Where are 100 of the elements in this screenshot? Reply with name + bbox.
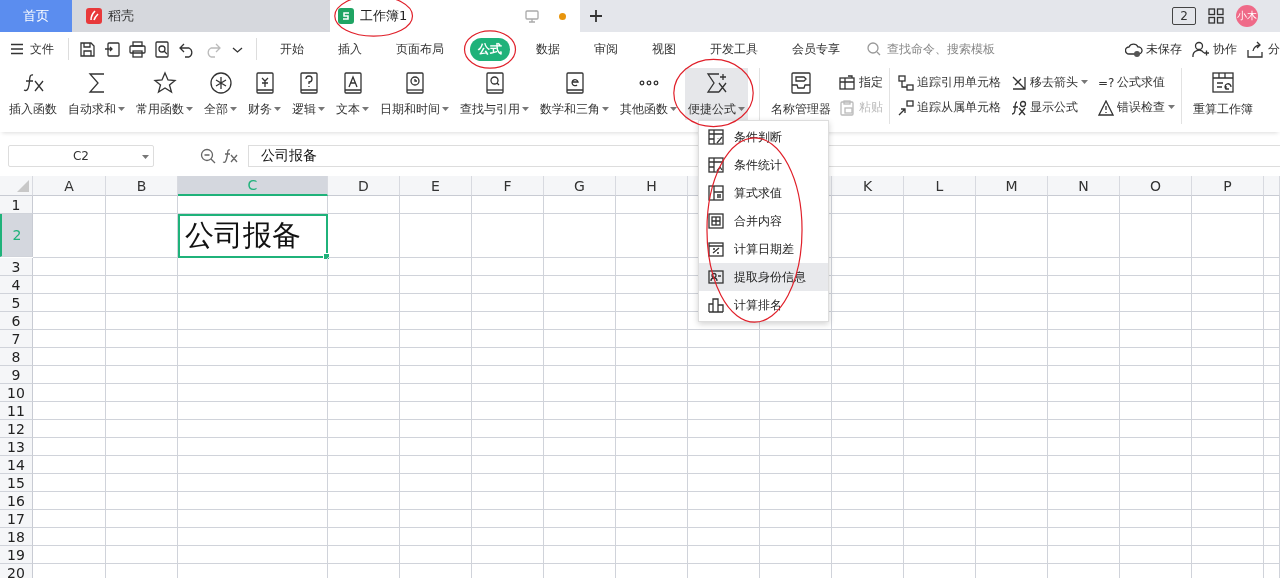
table-cell[interactable]: [106, 294, 178, 312]
table-cell[interactable]: [400, 366, 472, 384]
row-header[interactable]: 5: [0, 294, 33, 312]
table-cell[interactable]: [760, 546, 832, 564]
table-cell[interactable]: [328, 420, 400, 438]
column-header[interactable]: N: [1048, 176, 1120, 196]
ribbon-button[interactable]: 逻辑: [289, 68, 328, 120]
ribbon-button[interactable]: 财务: [245, 68, 284, 120]
table-cell[interactable]: [616, 276, 688, 294]
table-cell[interactable]: [1264, 294, 1280, 312]
table-cell[interactable]: [1264, 366, 1280, 384]
table-cell[interactable]: [33, 384, 106, 402]
table-cell[interactable]: [1120, 438, 1192, 456]
table-cell[interactable]: [832, 510, 904, 528]
table-cell[interactable]: [832, 366, 904, 384]
column-header[interactable]: K: [832, 176, 904, 196]
column-header[interactable]: O: [1120, 176, 1192, 196]
table-cell[interactable]: [472, 330, 544, 348]
table-cell[interactable]: [832, 528, 904, 546]
table-cell[interactable]: [106, 312, 178, 330]
table-cell[interactable]: [1192, 528, 1264, 546]
table-cell[interactable]: [1048, 366, 1120, 384]
document-tab[interactable]: 工作簿1: [330, 0, 580, 32]
table-cell[interactable]: [1048, 510, 1120, 528]
table-cell[interactable]: [1192, 366, 1264, 384]
table-cell[interactable]: [106, 402, 178, 420]
table-cell[interactable]: [616, 474, 688, 492]
select-all-corner[interactable]: [0, 176, 33, 196]
table-cell[interactable]: [1192, 258, 1264, 276]
ribbon-button[interactable]: =? 公式求值: [1098, 74, 1175, 91]
save-icon[interactable]: [79, 40, 96, 58]
table-cell[interactable]: [1264, 456, 1280, 474]
table-cell[interactable]: [688, 420, 760, 438]
ribbon-button[interactable]: 错误检查: [1098, 99, 1175, 116]
window-count-icon[interactable]: 2: [1172, 7, 1196, 25]
table-cell[interactable]: [1264, 492, 1280, 510]
table-cell[interactable]: [1120, 492, 1192, 510]
table-cell[interactable]: [472, 276, 544, 294]
ribbon-button[interactable]: 文本: [333, 68, 372, 120]
table-cell[interactable]: [1264, 528, 1280, 546]
table-cell[interactable]: [832, 402, 904, 420]
column-header[interactable]: B: [106, 176, 178, 196]
table-cell[interactable]: [616, 546, 688, 564]
table-cell[interactable]: [106, 214, 178, 258]
table-cell[interactable]: [1048, 330, 1120, 348]
table-cell[interactable]: [328, 528, 400, 546]
table-cell[interactable]: [976, 312, 1048, 330]
table-cell[interactable]: [688, 528, 760, 546]
table-cell[interactable]: [472, 528, 544, 546]
table-cell[interactable]: [1048, 420, 1120, 438]
table-cell[interactable]: [904, 312, 976, 330]
table-cell[interactable]: [904, 402, 976, 420]
table-cell[interactable]: [400, 402, 472, 420]
ribbon-button[interactable]: 追踪从属单元格: [898, 99, 1001, 116]
table-cell[interactable]: [904, 510, 976, 528]
table-cell[interactable]: [400, 196, 472, 214]
table-cell[interactable]: [1264, 276, 1280, 294]
row-header[interactable]: 15: [0, 474, 33, 492]
table-cell[interactable]: [106, 276, 178, 294]
table-cell[interactable]: [760, 456, 832, 474]
table-cell[interactable]: [1048, 474, 1120, 492]
table-cell[interactable]: [616, 456, 688, 474]
table-cell[interactable]: [1192, 214, 1264, 258]
table-cell[interactable]: [616, 312, 688, 330]
table-cell[interactable]: [904, 438, 976, 456]
table-cell[interactable]: [178, 366, 328, 384]
table-cell[interactable]: [400, 294, 472, 312]
table-cell[interactable]: [400, 330, 472, 348]
table-cell[interactable]: [760, 402, 832, 420]
ribbon-button[interactable]: 指定: [839, 74, 883, 91]
table-cell[interactable]: [904, 214, 976, 258]
table-cell[interactable]: [1120, 214, 1192, 258]
table-cell[interactable]: [688, 492, 760, 510]
table-cell[interactable]: [178, 348, 328, 366]
table-cell[interactable]: [1192, 546, 1264, 564]
ribbon-button[interactable]: 追踪引用单元格: [898, 74, 1001, 91]
table-cell[interactable]: [760, 510, 832, 528]
table-cell[interactable]: [1192, 420, 1264, 438]
table-cell[interactable]: [976, 276, 1048, 294]
table-cell[interactable]: [976, 510, 1048, 528]
table-cell[interactable]: [178, 312, 328, 330]
table-cell[interactable]: [760, 348, 832, 366]
table-cell[interactable]: [976, 492, 1048, 510]
table-cell[interactable]: [328, 492, 400, 510]
table-cell[interactable]: [544, 456, 616, 474]
table-cell[interactable]: [544, 276, 616, 294]
ribbon-button[interactable]: 移去箭头: [1011, 74, 1088, 91]
table-cell[interactable]: [1264, 196, 1280, 214]
table-cell[interactable]: [472, 438, 544, 456]
ribbon-tab[interactable]: 视图: [644, 37, 684, 61]
table-cell[interactable]: [904, 474, 976, 492]
table-cell[interactable]: [472, 312, 544, 330]
table-cell[interactable]: [1120, 474, 1192, 492]
table-cell[interactable]: [33, 420, 106, 438]
table-cell[interactable]: [178, 294, 328, 312]
column-header[interactable]: H: [616, 176, 688, 196]
table-cell[interactable]: [1264, 312, 1280, 330]
table-cell[interactable]: [544, 474, 616, 492]
table-cell[interactable]: [760, 492, 832, 510]
table-cell[interactable]: [544, 348, 616, 366]
